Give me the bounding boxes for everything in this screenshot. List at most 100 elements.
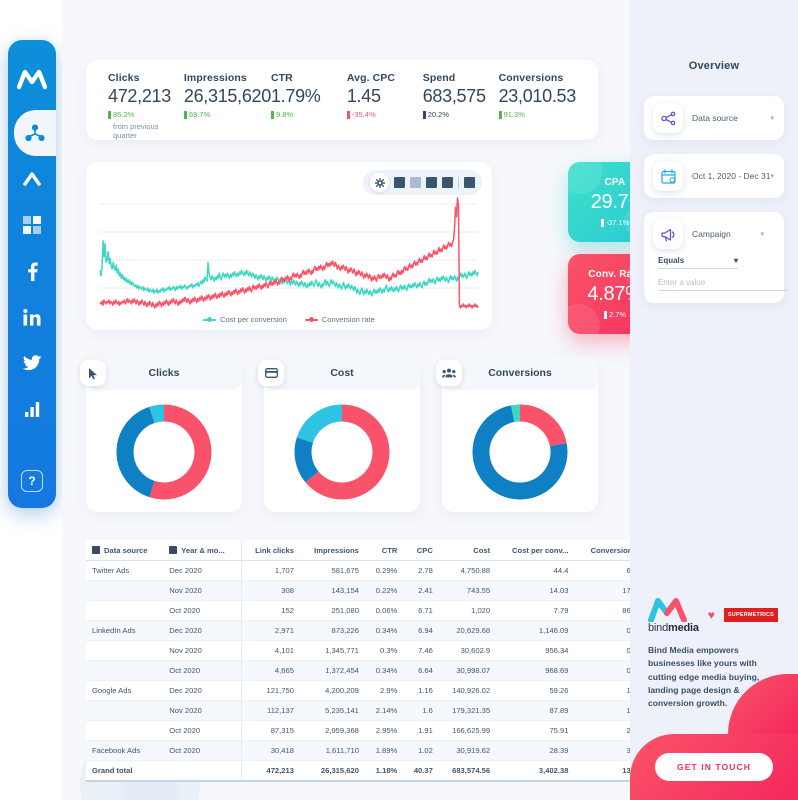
table-header-cell[interactable]: Data source (86, 540, 164, 561)
cursor-icon (80, 360, 106, 386)
donut-title: Conversions (488, 367, 552, 379)
tile-delta: 2.7% (603, 310, 626, 319)
toolbar-square-1-icon[interactable] (394, 177, 405, 188)
operator-select[interactable]: Equals ▾ (658, 256, 738, 269)
kpi-value: 683,575 (422, 86, 486, 106)
left-navigation-sidebar: ? (8, 40, 56, 508)
table-header-cell[interactable]: CTR (364, 540, 404, 561)
get-in-touch-button[interactable]: GET IN TOUCH (655, 753, 773, 781)
table-cell: 0.22% (364, 580, 404, 601)
kpi-delta: 91.3% (498, 110, 576, 119)
table-row[interactable]: Nov 2020 112,137 5,235,141 2.14% 1.6 179,321.… (86, 700, 654, 721)
table-header-cell[interactable]: Cost (438, 540, 497, 561)
table-header-row: Data source Year & mo... Link clicks Impres… (86, 540, 654, 561)
table-row[interactable]: Oct 2020152251,0800.06%6.711,0207.7986.1… (86, 600, 654, 621)
table-header-cell[interactable]: Cost per conv... (496, 540, 575, 561)
chevron-down-icon[interactable]: ▾ (770, 114, 774, 122)
table-row[interactable]: LinkedIn Ads Dec 2020 2,971 873,226 0.34% 6.9… (86, 620, 654, 641)
table-total-cell: Grand total (86, 760, 164, 782)
table-row[interactable]: Google Ads Dec 2020 121,750 4,200,209 2.9% 1.… (86, 680, 654, 701)
table-cell: Oct 2020 (163, 740, 242, 761)
toolbar-square-4-icon[interactable] (442, 177, 453, 188)
kpi-value: 26,315,620 (183, 86, 271, 106)
donut-slice[interactable] (116, 406, 156, 498)
donut-slice[interactable] (149, 404, 165, 424)
filter-date-range[interactable]: Oct 1, 2020 - Dec 31 ▾ (644, 154, 784, 198)
table-header-text: Impressions (314, 546, 359, 555)
table-total-cell: 40.37 (403, 760, 439, 782)
sidebar-item-data-sources[interactable] (14, 110, 56, 156)
sidebar-item-linkedin-icon[interactable] (8, 294, 56, 340)
legend-item[interactable]: Conversion rate (304, 315, 375, 324)
sidebar-item-bar-chart-icon[interactable] (8, 386, 56, 432)
toolbar-square-3-icon[interactable] (426, 177, 437, 188)
kpi-delta-text: 20.2% (427, 110, 449, 119)
tile-title: CPA (604, 177, 626, 188)
table-cell: 59.26 (496, 680, 575, 701)
chart-toolbar[interactable] (363, 170, 482, 195)
table-cell: 1.89% (364, 740, 404, 761)
bindmedia-mark-icon (648, 598, 687, 622)
table-row[interactable]: Twitter Ads Dec 2020 1,707 581,675 0.29% 2.78… (86, 560, 654, 581)
sidebar-item-grid-squares-icon[interactable] (8, 202, 56, 248)
donut-slice[interactable] (294, 437, 319, 483)
tile-blob-3 (568, 304, 600, 334)
table-cell: 1.16 (403, 680, 439, 701)
table-cell: Twitter Ads (86, 560, 164, 581)
table-cell (86, 640, 164, 661)
table-cell: Nov 2020 (163, 580, 242, 601)
table-cell: 968.69 (496, 660, 575, 681)
table-header-cell[interactable]: Impressions (299, 540, 365, 561)
legend-marker (304, 316, 318, 322)
sidebar-item-chevron-up-icon[interactable] (8, 156, 56, 202)
donut-slice[interactable] (149, 404, 212, 500)
donut-header: Cost (258, 356, 420, 390)
table-cell: Dec 2020 (163, 560, 242, 581)
donut-slice[interactable] (296, 404, 343, 444)
sidebar-item-twitter-icon[interactable] (8, 340, 56, 386)
toolbar-square-5-icon[interactable] (464, 177, 475, 188)
panel-title: Overview (688, 60, 740, 72)
table-header-cell[interactable]: Link clicks (241, 540, 300, 561)
kpi-label: Impressions (183, 72, 247, 84)
legend-item[interactable]: Cost per conversion (203, 315, 287, 324)
arrow-up-icon (498, 110, 502, 119)
column-pivot-icon (169, 546, 178, 554)
table-row[interactable]: Nov 2020308143,1540.22%2.41743.5514.0317… (86, 580, 654, 601)
donut-slice[interactable] (519, 404, 567, 447)
table-row[interactable]: Oct 2020 4,665 1,372,454 0.34% 6.64 30,998.07… (86, 660, 654, 681)
gear-icon[interactable] (370, 173, 389, 192)
bindmedia-logo-icon[interactable] (8, 48, 56, 110)
kpi-value: 1.45 (346, 86, 381, 106)
toolbar-divider (458, 176, 459, 189)
chevron-down-icon[interactable]: ▾ (734, 256, 738, 265)
data-table-container[interactable]: Data source Year & mo... Link clicks Impres… (86, 540, 654, 782)
toolbar-square-2-icon[interactable] (410, 177, 421, 188)
donut-slice[interactable] (511, 404, 521, 423)
filter-data-source[interactable]: Data source ▾ (644, 96, 784, 140)
donut-chart-cost (264, 390, 420, 504)
table-header-cell[interactable]: Year & mo... (163, 540, 242, 561)
sidebar-item-facebook-icon[interactable] (8, 248, 56, 294)
table-header-cell[interactable]: CPC (403, 540, 439, 561)
brand-name-light: bind (648, 622, 668, 634)
table-cell: 956.34 (496, 640, 575, 661)
chevron-down-icon[interactable]: ▾ (770, 172, 774, 180)
filter-campaign[interactable]: Campaign ▾ Equals ▾ Enter a value (644, 212, 788, 303)
table-row[interactable]: Nov 2020 4,101 1,345,771 0.3% 7.46 30,602.9 95… (86, 640, 654, 661)
table-cell: Nov 2020 (163, 640, 242, 661)
chevron-down-icon[interactable]: ▾ (760, 230, 774, 238)
filter-campaign-row[interactable]: Campaign ▾ (644, 212, 774, 256)
filter-value-input[interactable]: Enter a value (658, 278, 788, 291)
table-cell: 4,665 (241, 660, 300, 681)
table-cell: Google Ads (86, 680, 164, 701)
table-row[interactable]: Facebook Ads Oct 2020 30,418 1,611,710 1.89%… (86, 740, 654, 761)
table-cell (86, 660, 164, 681)
table-header-text: Data source (104, 546, 148, 555)
megaphone-icon (653, 219, 683, 249)
table-cell: 1,372,454 (299, 660, 365, 681)
table-row[interactable]: Oct 2020 87,315 2,959,368 2.95% 1.91 166,625.… (86, 720, 654, 741)
table-cell: 743.55 (438, 580, 497, 601)
table-total-cell (163, 760, 242, 782)
help-button[interactable]: ? (21, 470, 43, 492)
